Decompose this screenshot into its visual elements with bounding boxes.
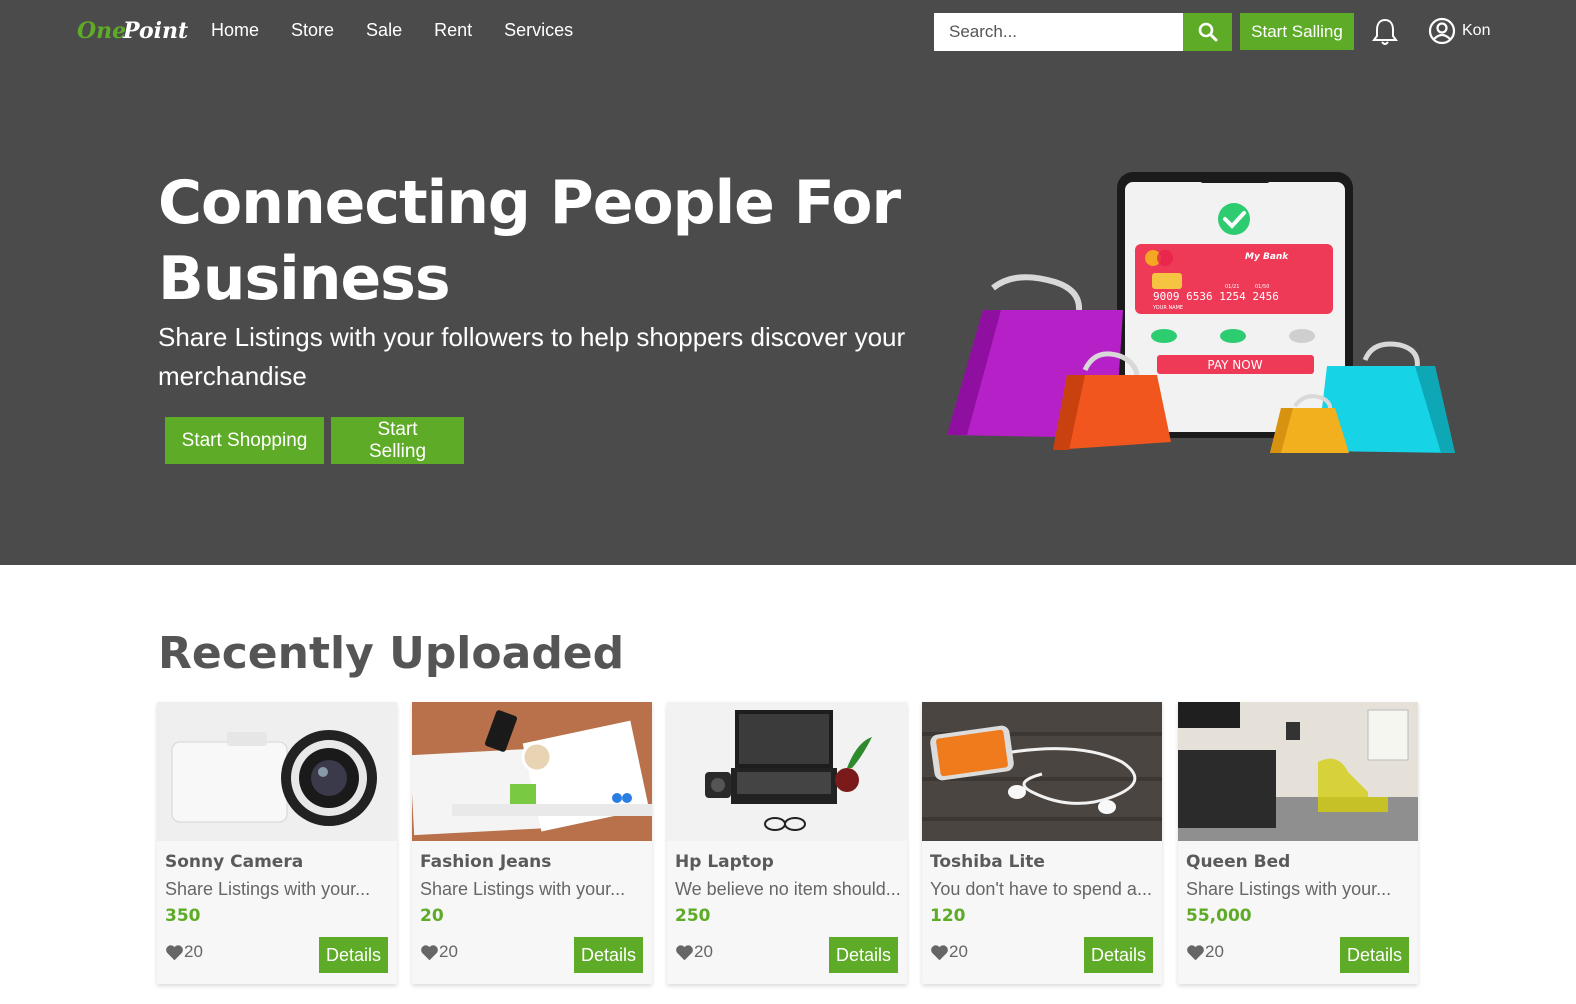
product-price: 55,000 [1186, 906, 1252, 926]
product-card[interactable]: Queen Bed Share Listings with your... 55… [1178, 702, 1418, 984]
product-likes[interactable]: 20 [675, 942, 713, 962]
bell-icon[interactable] [1372, 17, 1398, 47]
likes-count: 20 [184, 942, 203, 961]
likes-count: 20 [949, 942, 968, 961]
product-title: Sonny Camera [165, 852, 304, 872]
phone-earphones-photo [922, 702, 1162, 841]
nav-sale[interactable]: Sale [366, 20, 402, 41]
product-likes[interactable]: 20 [420, 942, 458, 962]
user-menu[interactable]: Kon [1428, 17, 1490, 45]
nav-home[interactable]: Home [211, 20, 259, 41]
hero-title: Connecting People For Business [158, 168, 901, 314]
details-button[interactable]: Details [319, 937, 388, 973]
product-price: 20 [420, 906, 444, 926]
details-button[interactable]: Details [1340, 937, 1409, 973]
user-circle-icon [1428, 17, 1456, 45]
logo-text-one: One [77, 18, 126, 44]
details-button[interactable]: Details [574, 937, 643, 973]
desk-photo [412, 702, 652, 841]
camera-photo [157, 702, 397, 841]
card-number: 9009 6536 1254 2456 [1153, 290, 1279, 303]
product-card[interactable]: Sonny Camera Share Listings with your...… [157, 702, 397, 984]
nav-rent[interactable]: Rent [434, 20, 472, 41]
product-card[interactable]: Toshiba Lite You don't have to spend a..… [922, 702, 1162, 984]
bedroom-photo [1178, 702, 1418, 841]
likes-count: 20 [694, 942, 713, 961]
laptop-photo [667, 702, 907, 841]
pay-now-label: PAY NOW [1207, 358, 1262, 372]
product-card[interactable]: Fashion Jeans Share Listings with your..… [412, 702, 652, 984]
product-title: Hp Laptop [675, 852, 774, 872]
start-shopping-button[interactable]: Start Shopping [165, 417, 324, 464]
shopping-phone-illustration: My Bank 01/21 01/50 9009 6536 1254 2456 … [947, 172, 1455, 453]
heart-icon [1187, 944, 1204, 960]
details-button[interactable]: Details [1084, 937, 1153, 973]
product-price: 350 [165, 906, 201, 926]
product-description: Share Listings with your... [1186, 879, 1392, 899]
product-title: Queen Bed [1186, 852, 1291, 872]
nav-store[interactable]: Store [291, 20, 334, 41]
search-input[interactable] [934, 13, 1183, 51]
brand-logo[interactable]: One Point [77, 10, 192, 50]
hero-subtitle: Share Listings with your followers to he… [158, 322, 906, 391]
card-bank-name: My Bank [1245, 252, 1289, 262]
product-description: We believe no item should... [675, 879, 901, 899]
heart-icon [931, 944, 948, 960]
product-title: Fashion Jeans [420, 852, 552, 872]
main-nav: Home Store Sale Rent Services [211, 20, 605, 41]
search-icon [1198, 22, 1217, 42]
product-likes[interactable]: 20 [165, 942, 203, 962]
product-card[interactable]: Hp Laptop We believe no item should... 2… [667, 702, 907, 984]
user-name: Kon [1462, 22, 1491, 39]
hero-banner: Connecting People For Business Share Lis… [0, 65, 1576, 565]
recently-uploaded-heading: Recently Uploaded [158, 628, 625, 679]
product-description: Share Listings with your... [165, 879, 371, 899]
top-navbar: One Point Home Store Sale Rent Services … [0, 0, 1576, 65]
product-likes[interactable]: 20 [930, 942, 968, 962]
heart-icon [166, 944, 183, 960]
start-selling-button[interactable]: Start Selling [331, 417, 464, 464]
product-description: Share Listings with your... [420, 879, 626, 899]
product-price: 250 [675, 906, 711, 926]
likes-count: 20 [1205, 942, 1224, 961]
start-salling-button[interactable]: Start Salling [1240, 13, 1354, 50]
product-title: Toshiba Lite [930, 852, 1045, 872]
card-holder: YOUR NAME [1152, 305, 1183, 311]
product-price: 120 [930, 906, 966, 926]
product-description: You don't have to spend a... [930, 879, 1152, 899]
details-button[interactable]: Details [829, 937, 898, 973]
heart-icon [421, 944, 438, 960]
likes-count: 20 [439, 942, 458, 961]
logo-text-point: Point [122, 18, 188, 44]
search-button[interactable] [1183, 13, 1232, 51]
nav-services[interactable]: Services [504, 20, 573, 41]
heart-icon [676, 944, 693, 960]
product-likes[interactable]: 20 [1186, 942, 1224, 962]
product-card-list: Sonny Camera Share Listings with your...… [157, 702, 1419, 984]
